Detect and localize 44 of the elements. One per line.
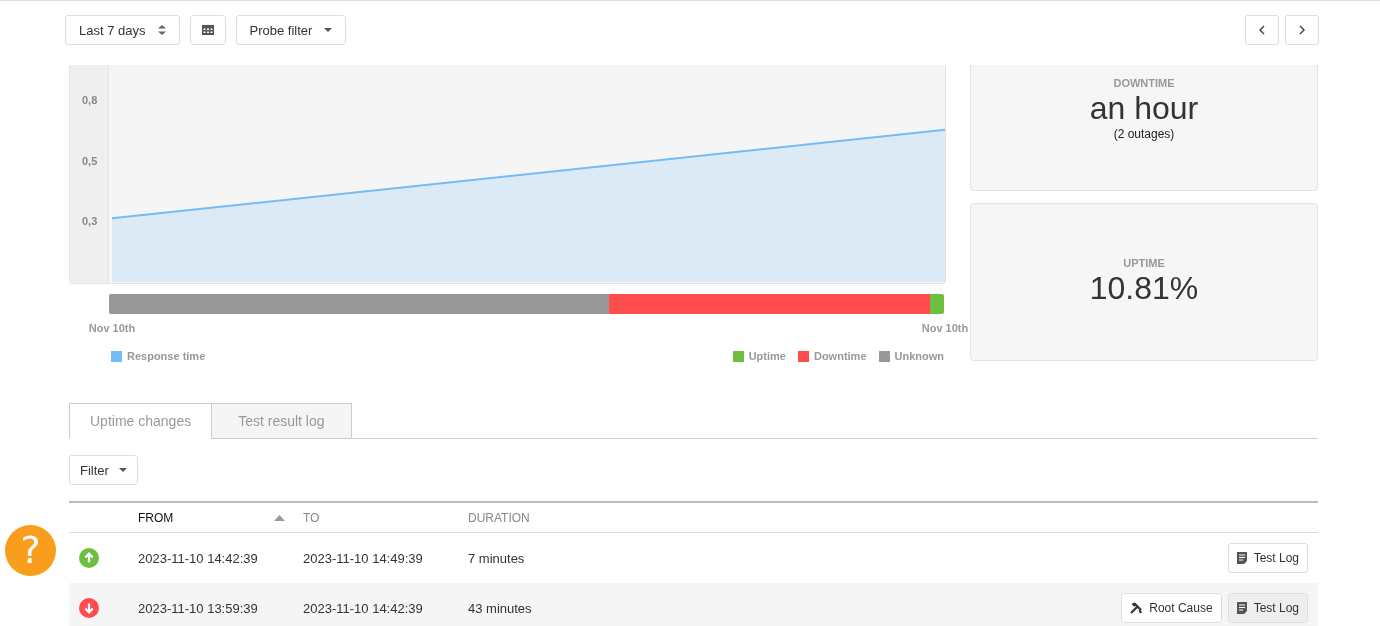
root-cause-button[interactable]: Root Cause [1121, 593, 1222, 623]
column-header[interactable]: DURATION [468, 510, 668, 525]
next-button[interactable] [1285, 15, 1319, 45]
stat-note: (2 outages) [1113, 127, 1175, 141]
test-log-button[interactable]: Test Log [1227, 593, 1308, 623]
chevron-left-icon [1259, 25, 1265, 35]
stat-value: 10.81% [1089, 269, 1199, 307]
column-header[interactable]: FROM [138, 510, 174, 525]
filter-dropdown[interactable]: Filter [69, 455, 138, 485]
table-cell-text: 43 minutes [468, 600, 533, 616]
table-cell-text: 2023-11-10 13:59:39 [138, 600, 259, 616]
test-log-button[interactable]: Test Log [1227, 543, 1308, 573]
document-icon [1236, 602, 1247, 614]
stat-value: an hour [1089, 89, 1199, 127]
stat-label: DOWNTIME [1113, 77, 1175, 89]
table-cell-text: 2023-11-10 14:49:39 [303, 550, 424, 566]
table-cell-text: 2023-11-10 14:42:39 [138, 550, 259, 566]
calendar-button[interactable] [189, 15, 226, 45]
table-cell-text: 2023-11-10 14:42:39 [303, 600, 424, 616]
table-cell-text: 7 minutes [468, 550, 526, 566]
arrow-down-icon [79, 598, 99, 618]
legend-label: Uptime [748, 350, 786, 362]
sort-up-icon [274, 514, 285, 521]
legend-label: Downtime [813, 350, 867, 362]
arrow-up-icon [79, 548, 99, 568]
stat-label: UPTIME [1123, 257, 1165, 269]
caret-icon [324, 28, 333, 32]
calendar-icon [201, 25, 214, 35]
date-range-select[interactable]: Last 7 days [65, 15, 180, 45]
legend-label: Unknown [894, 350, 944, 362]
y-axis-label: 0,5 [82, 154, 98, 167]
legend-label: Response time [127, 350, 206, 362]
chevron-right-icon [1299, 25, 1305, 35]
tools-icon [1130, 602, 1143, 614]
x-axis-label: Nov 10th [921, 322, 969, 334]
updown-icon [157, 24, 166, 36]
column-header[interactable]: TO [303, 510, 468, 525]
x-axis-label: Nov 10th [88, 322, 136, 334]
caret-icon [118, 468, 127, 472]
y-axis-label: 0,8 [82, 94, 98, 107]
y-axis-label: 0,3 [82, 215, 98, 228]
document-icon [1236, 552, 1247, 564]
previous-button[interactable] [1245, 15, 1279, 45]
probe-filter-dropdown[interactable]: Probe filter [235, 15, 347, 45]
